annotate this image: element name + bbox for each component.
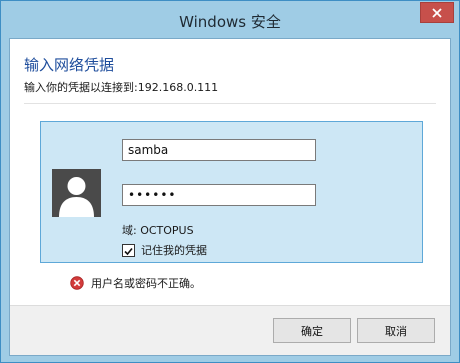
username-input[interactable] bbox=[122, 139, 316, 161]
credential-dialog-window: Windows 安全 输入网络凭据 输入你的凭据以连接到:192.168.0.1… bbox=[0, 0, 460, 363]
checkbox-box[interactable] bbox=[122, 241, 135, 260]
error-message: 用户名或密码不正确。 bbox=[70, 275, 201, 291]
button-bar: 确定 取消 bbox=[10, 305, 450, 355]
error-text: 用户名或密码不正确。 bbox=[91, 277, 201, 290]
user-avatar-icon bbox=[52, 169, 101, 217]
dialog-heading: 输入网络凭据 bbox=[24, 56, 115, 74]
remember-credentials-checkbox[interactable]: 记住我的凭据 bbox=[122, 242, 207, 258]
dialog-body: 输入网络凭据 输入你的凭据以连接到:192.168.0.111 域: OCTOP… bbox=[9, 38, 451, 356]
window-title: Windows 安全 bbox=[179, 13, 281, 31]
credential-tile[interactable]: 域: OCTOPUS 记住我的凭据 bbox=[40, 121, 423, 263]
cancel-button[interactable]: 取消 bbox=[357, 318, 435, 343]
domain-label: 域: OCTOPUS bbox=[122, 224, 194, 237]
dialog-subheading: 输入你的凭据以连接到:192.168.0.111 bbox=[24, 81, 219, 94]
checkmark-icon bbox=[124, 241, 133, 260]
error-icon bbox=[70, 276, 84, 290]
close-button[interactable] bbox=[420, 2, 454, 23]
remember-credentials-label: 记住我的凭据 bbox=[141, 244, 207, 257]
divider bbox=[24, 103, 436, 104]
titlebar[interactable]: Windows 安全 bbox=[1, 1, 459, 38]
ok-button[interactable]: 确定 bbox=[273, 318, 351, 343]
password-input[interactable] bbox=[122, 184, 316, 206]
close-icon bbox=[432, 7, 442, 18]
